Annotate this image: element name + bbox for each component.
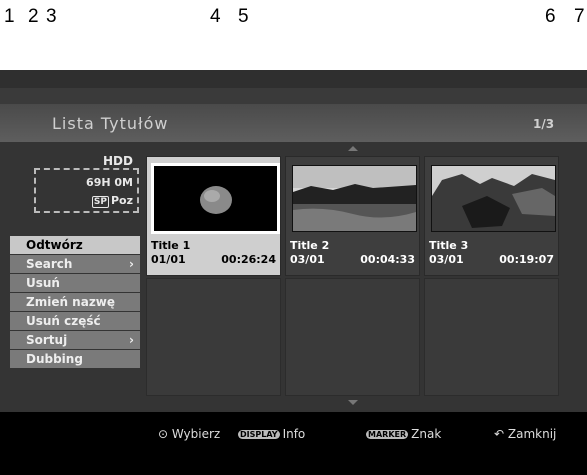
title-date: 01/01 xyxy=(151,253,186,266)
page-indicator: 1/3 xyxy=(533,117,555,131)
title-name: Title 3 xyxy=(429,239,469,252)
title-length: 00:04:33 xyxy=(360,253,415,266)
title-date: 03/01 xyxy=(429,253,464,266)
title-thumbnail-3[interactable]: Title 3 03/01 00:19:07 xyxy=(424,156,559,276)
thumbnail-image xyxy=(151,163,280,234)
callout-5: 5 xyxy=(238,6,249,27)
hint-marker: MARKER Znak xyxy=(366,427,442,441)
menu-item-play[interactable]: Odtwórz xyxy=(10,236,140,254)
title-thumbnail-2[interactable]: Title 2 03/01 00:04:33 xyxy=(285,156,420,276)
title-length: 00:19:07 xyxy=(499,253,554,266)
chevron-right-icon: › xyxy=(129,257,134,271)
hint-display: DISPLAY Info xyxy=(238,427,306,441)
callout-1: 1 xyxy=(4,6,15,27)
title-name: Title 1 xyxy=(151,239,191,252)
title-thumbnail-1[interactable]: Title 1 01/01 00:26:24 xyxy=(146,156,281,276)
page-title: Lista Tytułów xyxy=(52,114,169,133)
title-date: 03/01 xyxy=(290,253,325,266)
thumbnail-image xyxy=(431,165,556,232)
callout-7: 7 xyxy=(574,6,585,27)
options-menu: Odtwórz Search › Usuń Zmień nazwę Usuń cz… xyxy=(10,236,140,369)
select-icon: ⊙ xyxy=(158,427,169,441)
menu-item-delete-part[interactable]: Usuń część xyxy=(10,312,140,330)
footer-hints: ⊙ Wybierz DISPLAY Info MARKER Znak ↶ Zamkn… xyxy=(0,412,587,475)
empty-slot xyxy=(146,278,281,396)
title-name: Title 2 xyxy=(290,239,330,252)
marker-key-icon: MARKER xyxy=(366,430,409,439)
title-grid: Title 1 01/01 00:26:24 Title 2 03/01 00:… xyxy=(146,146,560,405)
empty-slot xyxy=(285,278,420,396)
display-key-icon: DISPLAY xyxy=(238,430,280,439)
callout-4: 4 xyxy=(210,6,221,27)
callout-2: 2 xyxy=(28,6,39,27)
record-mode: SP Poz xyxy=(91,194,133,208)
osd-screen: Lista Tytułów 1/3 HDD 69H 0M SP Poz Odtwó… xyxy=(0,70,587,475)
menu-item-sort[interactable]: Sortuj › xyxy=(10,331,140,349)
return-icon: ↶ xyxy=(494,427,505,441)
chevron-right-icon: › xyxy=(129,333,134,347)
hint-close: ↶ Zamknij xyxy=(494,427,557,441)
callout-6: 6 xyxy=(545,6,556,27)
scroll-up-icon[interactable] xyxy=(348,146,358,151)
scroll-down-icon[interactable] xyxy=(348,400,358,405)
menu-item-search[interactable]: Search › xyxy=(10,255,140,273)
free-space: 69H 0M xyxy=(86,176,133,189)
empty-slot xyxy=(424,278,559,396)
title-length: 00:26:24 xyxy=(221,253,276,266)
disc-space-box: 69H 0M SP Poz xyxy=(34,168,139,213)
sp-badge: SP xyxy=(91,196,109,208)
hint-select: ⊙ Wybierz xyxy=(158,427,221,441)
storage-device-label: HDD xyxy=(103,154,133,168)
menu-item-delete[interactable]: Usuń xyxy=(10,274,140,292)
menu-item-dubbing[interactable]: Dubbing xyxy=(10,350,140,368)
thumbnail-image xyxy=(292,165,417,232)
menu-item-rename[interactable]: Zmień nazwę xyxy=(10,293,140,311)
callout-3: 3 xyxy=(46,6,57,27)
